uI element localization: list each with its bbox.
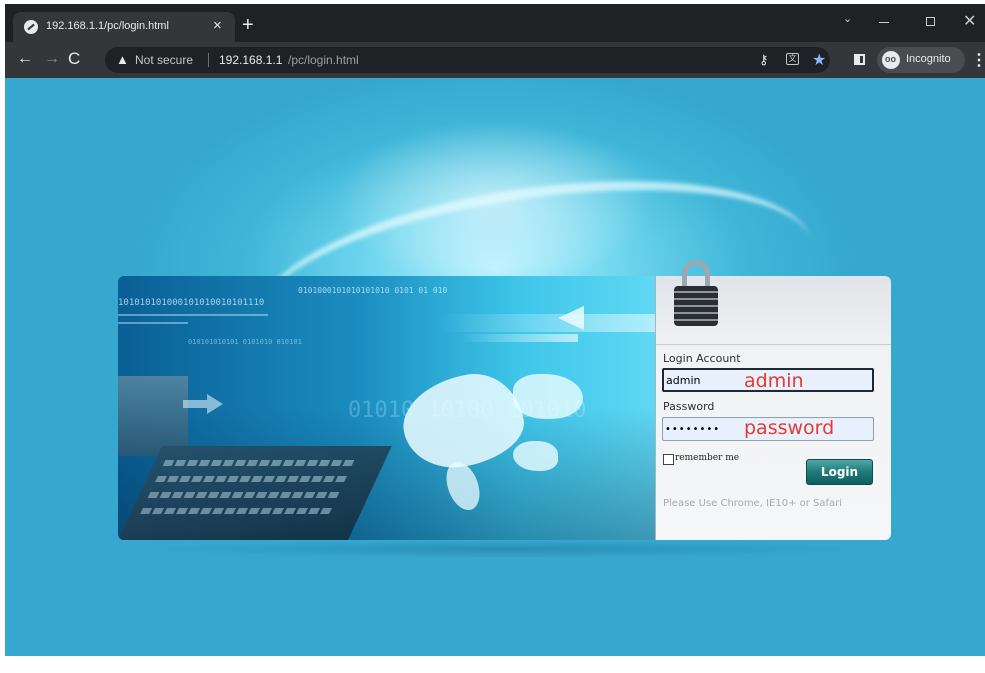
login-button[interactable]: Login [806, 459, 873, 485]
banner-monitor [118, 376, 188, 456]
minimize-button[interactable] [879, 22, 889, 23]
remember-me-label[interactable]: remember me [675, 453, 739, 463]
incognito-indicator[interactable]: Incognito [877, 47, 965, 73]
banner-line [118, 322, 188, 324]
close-tab-button[interactable]: × [213, 17, 222, 35]
keyboard-keys [147, 492, 341, 498]
banner-binary-text: 0101000101010101010 0101 01 010 [298, 286, 448, 295]
login-page: 0101000101010101010 0101 01 010 10101010… [5, 78, 985, 656]
browser-window: 192.168.1.1/pc/login.html × + ⌄ ✕ ← → C … [5, 4, 985, 656]
login-panel-header [656, 260, 891, 345]
banner-world-map [513, 374, 583, 419]
url-host[interactable]: 192.168.1.1 [219, 53, 282, 67]
security-status[interactable]: Not secure [135, 53, 193, 67]
reload-button[interactable]: C [68, 50, 80, 68]
password-label: Password [663, 400, 715, 413]
tab-title: 192.168.1.1/pc/login.html [46, 20, 169, 32]
browser-toolbar: ← → C ▲ Not secure 192.168.1.1 /pc/login… [5, 42, 985, 78]
panel-shadow [125, 540, 885, 558]
new-tab-button[interactable]: + [242, 15, 254, 35]
padlock-body [674, 286, 718, 326]
annotation-password: password [744, 417, 835, 439]
padlock-icon [674, 260, 718, 326]
window-close-button[interactable]: ✕ [963, 11, 976, 31]
menu-icon[interactable]: ⋮ [971, 50, 985, 70]
banner-binary-text: 010101010101 0101010 010101 [188, 338, 302, 346]
keyboard-keys [162, 460, 356, 466]
remember-me-checkbox[interactable] [663, 454, 674, 465]
browser-tab[interactable]: 192.168.1.1/pc/login.html × [13, 12, 235, 42]
warning-icon[interactable]: ▲ [116, 52, 129, 67]
banner-world-map [513, 441, 558, 471]
keyboard-keys [155, 476, 348, 482]
login-panel: Login Account admin admin Password •••••… [655, 260, 891, 540]
browser-support-note: Please Use Chrome, IE10+ or Safari [663, 498, 843, 509]
maximize-button[interactable] [926, 17, 935, 26]
key-icon[interactable]: ⚷ [759, 52, 769, 68]
banner-arrow-head [558, 306, 584, 330]
banner-keyboard [118, 446, 392, 540]
translate-icon[interactable]: 文 [786, 53, 799, 65]
login-account-label: Login Account [663, 352, 741, 365]
keyboard-keys [140, 508, 333, 514]
address-bar[interactable]: ▲ Not secure 192.168.1.1 /pc/login.html … [105, 47, 830, 73]
back-button[interactable]: ← [17, 50, 33, 68]
side-panel-icon[interactable] [854, 54, 865, 65]
login-banner-image: 0101000101010101010 0101 01 010 10101010… [118, 276, 655, 540]
tab-search-icon[interactable]: ⌄ [843, 12, 852, 25]
banner-binary-text: 101010101000101010010101110 [118, 298, 265, 308]
tab-strip: 192.168.1.1/pc/login.html × + ⌄ ✕ [5, 4, 985, 42]
omnibox-divider [208, 53, 209, 67]
annotation-admin: admin [744, 370, 804, 392]
banner-arrow [438, 314, 655, 332]
bookmark-star-icon[interactable]: ★ [812, 50, 826, 70]
incognito-label: Incognito [906, 53, 951, 65]
banner-line [118, 314, 268, 316]
incognito-icon [882, 51, 900, 69]
globe-icon [24, 20, 38, 34]
url-path[interactable]: /pc/login.html [288, 53, 359, 67]
banner-arrow [458, 334, 578, 342]
forward-button[interactable]: → [44, 50, 60, 68]
